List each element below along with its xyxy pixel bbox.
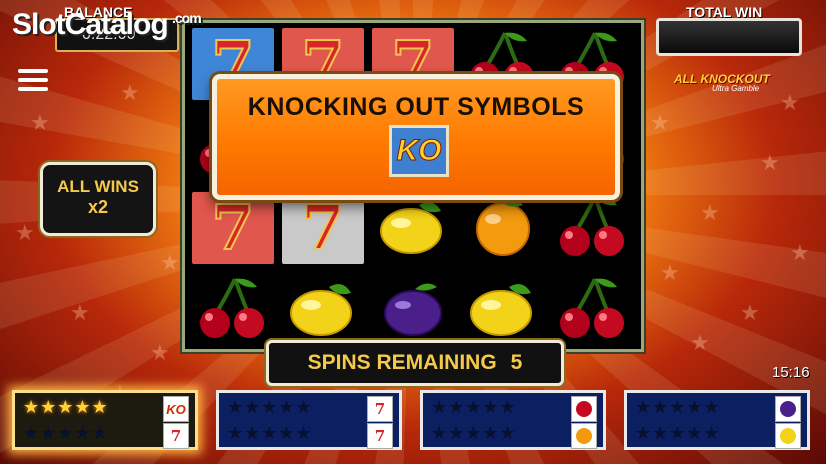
reel-cell: 7 (279, 189, 367, 267)
background-star-icon: ★ (780, 90, 800, 115)
background-star-icon: ★ (30, 110, 50, 135)
reel-cell (369, 189, 457, 267)
watermark-logo: SlotCatalog .com (12, 8, 202, 42)
star-row: ★★★★★ (635, 423, 721, 443)
background-star-icon: ★ (160, 250, 180, 275)
reel-cell (459, 271, 547, 349)
orange-icon (465, 193, 541, 264)
seven-icon: 7 (367, 396, 393, 422)
multiplier-value: x2 (87, 197, 109, 217)
orange-icon (571, 423, 597, 449)
seven-silver-icon: 7 (282, 192, 364, 264)
plum-icon (775, 396, 801, 422)
lemon-icon (375, 193, 451, 264)
game-logo-subtitle: Ultra Gamble (712, 84, 760, 93)
cherries-icon (555, 275, 631, 346)
background-star-icon: ★ (660, 260, 680, 285)
background-star-icon: ★ (150, 340, 170, 365)
ko-icon: KO (163, 396, 189, 422)
lemon-icon (465, 275, 541, 346)
hamburger-menu-icon[interactable] (18, 66, 48, 96)
spins-label: SPINS REMAINING (307, 351, 497, 374)
spins-count: 5 (510, 351, 523, 374)
star-row: ★★★★★ (23, 397, 109, 417)
feature-panel: ★★★★★ ★★★★★ 7 7 (216, 390, 402, 450)
knockout-popup: KNOCKING OUT SYMBOLS KO (212, 74, 620, 200)
seven-icon: 7 (163, 423, 189, 449)
star-row: ★★★★★ (431, 423, 517, 443)
background-star-icon: ★ (690, 330, 710, 355)
reel-cell (189, 271, 277, 349)
reel-cell (279, 271, 367, 349)
feature-panel: ★★★★★ ★★★★★ KO 7 (12, 390, 198, 450)
reel-cell (549, 271, 637, 349)
all-wins-multiplier: ALL WINS x2 (40, 162, 156, 236)
star-row: ★★★★★ (635, 397, 721, 417)
background-star-icon: ★ (700, 200, 720, 225)
star-row: ★★★★★ (23, 423, 109, 443)
background-star-icon: ★ (790, 240, 810, 265)
lemon-icon (285, 275, 361, 346)
clock: 15:16 (772, 364, 810, 381)
cherries-icon (571, 396, 597, 422)
background-star-icon: ★ (70, 300, 90, 325)
reel-cell (459, 189, 547, 267)
multiplier-label: ALL WINS (57, 177, 139, 196)
star-row: ★★★★★ (431, 397, 517, 417)
ko-symbol-icon: KO (389, 125, 449, 177)
background-star-icon: ★ (740, 300, 760, 325)
star-row: ★★★★★ (227, 397, 313, 417)
cherries-icon (555, 193, 631, 264)
reel-cell (549, 189, 637, 267)
plum-icon (375, 275, 451, 346)
total-win-box (656, 18, 802, 56)
feature-panel: ★★★★★ ★★★★★ (420, 390, 606, 450)
cherries-icon (195, 275, 271, 346)
spins-remaining-box: SPINS REMAINING 5 (266, 340, 564, 386)
star-row: ★★★★★ (227, 423, 313, 443)
reel-cell (369, 271, 457, 349)
seven-red-icon: 7 (192, 192, 274, 264)
seven-icon: 7 (367, 423, 393, 449)
lemon-icon (775, 423, 801, 449)
watermark-text: SlotCatalog (12, 8, 169, 41)
background-star-icon: ★ (650, 110, 670, 135)
watermark-suffix: .com (172, 10, 202, 26)
feature-panel: ★★★★★ ★★★★★ (624, 390, 810, 450)
background-star-icon: ★ (15, 220, 35, 245)
background-star-icon: ★ (120, 80, 140, 105)
background-star-icon: ★ (760, 150, 780, 175)
popup-title: KNOCKING OUT SYMBOLS (247, 93, 585, 121)
reel-cell: 7 (189, 189, 277, 267)
